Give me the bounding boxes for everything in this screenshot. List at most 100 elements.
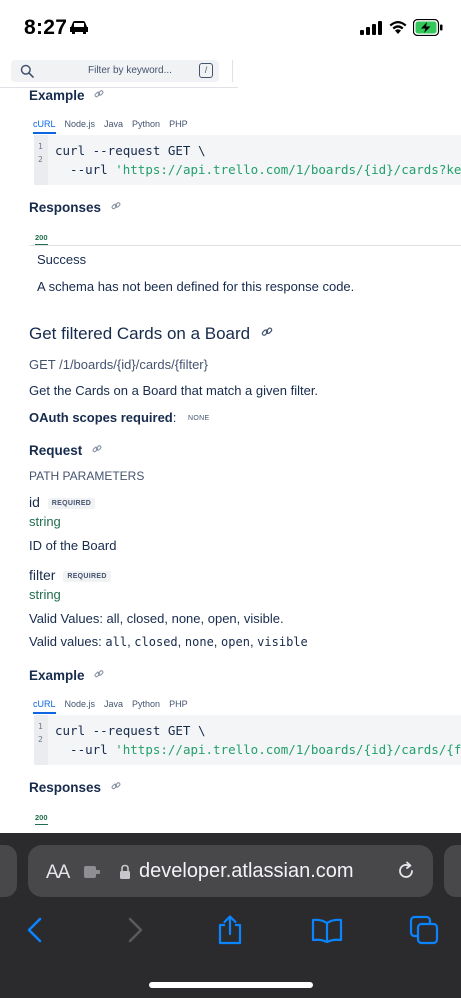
- response-title: Success: [37, 252, 87, 267]
- tabs-icon[interactable]: [408, 914, 440, 946]
- valid-value: closed: [134, 635, 178, 649]
- valid-value: all: [105, 635, 128, 649]
- required-badge: REQUIRED: [63, 571, 111, 582]
- code-line-2-prefix: --url: [55, 162, 116, 177]
- response-code-tab[interactable]: 200: [35, 813, 48, 825]
- responses-heading: Responses: [29, 780, 121, 795]
- oauth-value-badge: NONE: [188, 415, 210, 422]
- search-icon: [20, 64, 34, 78]
- cellular-signal-icon: [360, 21, 382, 35]
- responses-heading-text: Responses: [29, 780, 102, 795]
- response-description: A schema has not been defined for this r…: [37, 279, 355, 294]
- link-icon[interactable]: [92, 444, 102, 454]
- lock-icon: [120, 864, 130, 879]
- endpoint-description: Get the Cards on a Board that match a gi…: [29, 383, 319, 398]
- battery-charging-icon: [413, 19, 443, 36]
- endpoint-title: Get filtered Cards on a Board: [29, 324, 273, 344]
- param-description: Valid Values: all, closed, none, open, v…: [29, 611, 284, 626]
- code-block[interactable]: 1 2 curl --request GET \ --url 'https://…: [34, 135, 461, 185]
- code-line-2: --url 'https://api.trello.com/1/boards/{…: [55, 742, 461, 757]
- link-icon[interactable]: [94, 89, 104, 99]
- tab-php[interactable]: PHP: [169, 699, 188, 709]
- param-name: id: [29, 494, 40, 510]
- link-icon[interactable]: [261, 326, 273, 338]
- request-heading: Request: [29, 443, 102, 458]
- oauth-colon: :: [172, 410, 177, 425]
- status-time: 8:27: [24, 16, 68, 39]
- tab-nodejs[interactable]: Node.js: [65, 699, 96, 709]
- valid-value: open: [221, 635, 250, 649]
- oauth-label: OAuth scopes required: [29, 410, 173, 425]
- param-type: string: [29, 514, 61, 529]
- tab-php[interactable]: PHP: [169, 119, 188, 129]
- valid-value: none: [184, 635, 214, 649]
- line-number: 2: [38, 155, 43, 164]
- code-url-string: 'https://api.trello.com/1/boards/{id}/ca…: [115, 742, 461, 757]
- valid-value: visible: [257, 635, 308, 649]
- link-icon[interactable]: [94, 669, 104, 679]
- link-icon[interactable]: [111, 201, 121, 211]
- request-heading-text: Request: [29, 443, 83, 458]
- tab-python[interactable]: Python: [132, 699, 160, 709]
- code-line-2-prefix: --url: [55, 742, 116, 757]
- bookmarks-icon[interactable]: [311, 914, 343, 946]
- home-indicator: [149, 982, 313, 988]
- url-text[interactable]: developer.atlassian.com: [139, 860, 354, 883]
- param-id: id REQUIRED: [29, 494, 96, 510]
- example-heading-text: Example: [29, 668, 85, 683]
- line-number: 1: [38, 722, 43, 731]
- code-gutter: 1 2: [34, 715, 48, 765]
- example-heading-text: Example: [29, 88, 85, 103]
- tab-curl[interactable]: cURL: [33, 699, 56, 714]
- code-gutter: 1 2: [34, 135, 48, 185]
- example-heading: Example: [29, 88, 104, 103]
- tab-java[interactable]: Java: [104, 119, 123, 129]
- code-url-string: 'https://api.trello.com/1/boards/{id}/ca…: [115, 162, 461, 177]
- tab-java[interactable]: Java: [104, 699, 123, 709]
- language-tabs: cURL Node.js Java Python PHP: [33, 699, 197, 714]
- valid-values: Valid values: all, closed, none, open, v…: [29, 634, 308, 649]
- response-tab-rule: [29, 245, 461, 246]
- tab-python[interactable]: Python: [132, 119, 160, 129]
- path-parameters-label: PATH PARAMETERS: [29, 469, 145, 483]
- param-description: ID of the Board: [29, 538, 117, 553]
- reader-settings-button[interactable]: AA: [46, 862, 70, 884]
- next-tab-preview[interactable]: [444, 845, 461, 897]
- keyboard-shortcut-badge: /: [199, 63, 213, 78]
- required-badge: REQUIRED: [47, 498, 96, 509]
- car-icon: [70, 21, 88, 34]
- code-line-2: --url 'https://api.trello.com/1/boards/{…: [55, 162, 461, 177]
- reload-icon[interactable]: [396, 861, 416, 881]
- tab-nodejs[interactable]: Node.js: [65, 119, 96, 129]
- share-icon[interactable]: [214, 914, 246, 946]
- tab-curl[interactable]: cURL: [33, 119, 56, 134]
- wifi-icon: [389, 21, 407, 34]
- param-filter: filter REQUIRED: [29, 567, 111, 583]
- valid-values-label: Valid values:: [29, 634, 102, 649]
- endpoint-method-path: GET /1/boards/{id}/cards/{filter}: [29, 357, 208, 372]
- code-line-1: curl --request GET \: [55, 143, 206, 158]
- filter-placeholder: Filter by keyword...: [88, 65, 172, 76]
- language-tabs: cURL Node.js Java Python PHP: [33, 119, 197, 134]
- code-block[interactable]: 1 2 curl --request GET \ --url 'https://…: [34, 715, 461, 765]
- link-icon[interactable]: [111, 781, 121, 791]
- address-bar[interactable]: AA developer.atlassian.com: [28, 845, 433, 897]
- example-heading: Example: [29, 668, 104, 683]
- header-divider: [232, 60, 233, 82]
- code-line-1: curl --request GET \: [55, 723, 206, 738]
- extension-icon[interactable]: [82, 864, 102, 880]
- back-icon[interactable]: [20, 914, 52, 946]
- responses-heading: Responses: [29, 200, 121, 215]
- status-bar: 8:27: [0, 0, 461, 56]
- endpoint-title-text: Get filtered Cards on a Board: [29, 324, 251, 343]
- response-code-tab[interactable]: 200: [35, 233, 48, 245]
- param-name: filter: [29, 567, 56, 583]
- line-number: 1: [38, 142, 43, 151]
- param-type: string: [29, 587, 61, 602]
- oauth-scopes: OAuth scopes required: NONE: [29, 410, 213, 425]
- filter-search-bar[interactable]: Filter by keyword... /: [11, 60, 219, 82]
- line-number: 2: [38, 735, 43, 744]
- responses-heading-text: Responses: [29, 200, 102, 215]
- previous-tab-preview[interactable]: [0, 845, 17, 897]
- forward-icon[interactable]: [118, 914, 150, 946]
